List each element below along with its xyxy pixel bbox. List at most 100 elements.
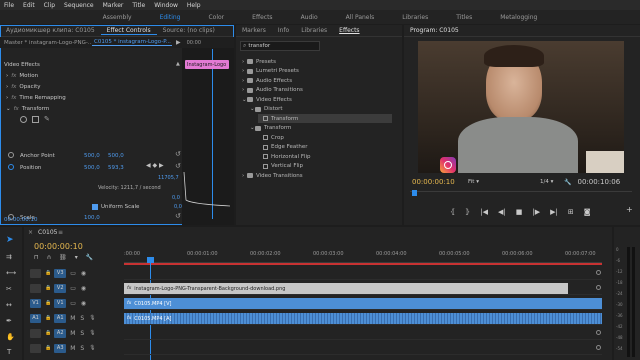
effects-search-box[interactable]: ⌕ transfor — [240, 41, 320, 51]
anchor-stopwatch-icon[interactable] — [8, 152, 14, 158]
position-reset-icon[interactable]: ↺ — [175, 162, 181, 170]
effects-item[interactable]: ⌄ Distort — [250, 105, 392, 114]
effects-item[interactable]: › Video Transitions — [242, 171, 392, 180]
workspace-tab-audio[interactable]: Audio — [301, 14, 318, 21]
menu-item-title[interactable]: Title — [132, 2, 145, 9]
tab-effect-controls[interactable]: Effect Controls — [100, 27, 157, 35]
expand-arrow-icon[interactable]: ⌄ — [6, 106, 11, 112]
menu-item-window[interactable]: Window — [154, 2, 178, 9]
add-marker-icon[interactable]: ▾ — [75, 254, 78, 261]
transform-row[interactable]: ⌄ fx Transform — [0, 104, 49, 113]
workspace-tab-color[interactable]: Color — [208, 14, 224, 21]
timeline-clip[interactable]: fx instagram-Logo-PNG-Transparent-Backgro… — [124, 283, 568, 294]
hand-tool-icon[interactable]: ✋ — [6, 333, 15, 341]
quality-select[interactable]: 1/4 ▾ — [540, 179, 560, 185]
stop-button-icon[interactable]: ■ — [516, 208, 523, 216]
anchor-x-value[interactable]: 500,0 — [84, 153, 108, 159]
sequence-menu-icon[interactable]: ≡ — [58, 229, 63, 236]
go-to-in-icon[interactable]: |◀ — [480, 208, 488, 216]
position-y-value[interactable]: 593,3 — [108, 165, 124, 171]
keyframe-nav-icon[interactable]: ◀ ◆ ▶ — [146, 162, 164, 169]
workspace-tab-editing[interactable]: Editing — [160, 14, 181, 21]
export-frame-icon[interactable]: ◙ — [584, 208, 591, 216]
menu-item-help[interactable]: Help — [187, 2, 201, 9]
scale-reset-icon[interactable]: ↺ — [175, 212, 181, 220]
collapse-arrow-icon[interactable]: › — [6, 95, 8, 101]
menu-item-clip[interactable]: Clip — [44, 2, 55, 9]
tab-audio-mixer[interactable]: Аудиомикшер клипа: C0105 — [0, 27, 101, 34]
snap-icon[interactable]: ∩ — [47, 254, 51, 261]
effects-item[interactable]: ⌄ Video Effects — [242, 95, 392, 104]
menu-item-marker[interactable]: Marker — [103, 2, 124, 9]
razor-tool-icon[interactable]: ✂ — [6, 285, 12, 293]
program-playhead[interactable] — [412, 190, 417, 196]
tab-info[interactable]: Info — [272, 27, 295, 34]
workspace-tab-assembly[interactable]: Assembly — [103, 14, 132, 21]
anchor-reset-icon[interactable]: ↺ — [175, 150, 181, 158]
menu-item-sequence[interactable]: Sequence — [64, 2, 94, 9]
mark-in-icon[interactable]: ⦃ — [450, 208, 455, 216]
effects-item[interactable]: › Audio Effects — [242, 76, 392, 85]
lift-icon[interactable]: ⊞ — [568, 208, 574, 216]
go-to-out-icon[interactable]: ▶| — [550, 208, 558, 216]
active-clip-label[interactable]: C0105 * instagram-Logo-P... — [92, 39, 172, 46]
ellipse-mask-icon[interactable] — [20, 116, 27, 123]
ripple-edit-icon[interactable]: ⟷ — [6, 269, 16, 277]
workspace-tab-effects[interactable]: Effects — [252, 14, 272, 21]
master-clip-label[interactable]: Master * instagram-Logo-PNG-... — [0, 40, 92, 46]
workspace-tab-all-panels[interactable]: All Panels — [346, 14, 375, 21]
timeline-timecode[interactable]: 00:00:00:10 — [34, 242, 83, 251]
effects-item[interactable]: › Audio Transitions — [242, 86, 392, 95]
step-back-icon[interactable]: ◀| — [498, 208, 506, 216]
effects-item[interactable]: Crop — [258, 133, 392, 142]
insert-overwrite-icon[interactable]: ⊓ — [34, 254, 39, 261]
scale-value[interactable]: 100,0 — [84, 215, 100, 221]
anchor-y-value[interactable]: 500,0 — [108, 153, 124, 159]
collapse-arrow-icon[interactable]: › — [6, 73, 8, 79]
workspace-tab-titles[interactable]: Titles — [456, 14, 472, 21]
effects-item[interactable]: Edge Feather — [258, 143, 392, 152]
workspace-tab-libraries[interactable]: Libraries — [402, 14, 428, 21]
zoom-fit-select[interactable]: Fit ▾ — [468, 179, 498, 185]
timeline-playhead-head[interactable] — [147, 257, 154, 263]
tab-markers[interactable]: Markers — [236, 27, 272, 34]
timeline-clip[interactable]: fx C0105.MP4 [V] — [124, 298, 602, 309]
type-tool-icon[interactable]: T — [7, 348, 11, 356]
menu-item-edit[interactable]: Edit — [23, 2, 35, 9]
program-scrubber[interactable] — [410, 190, 632, 197]
tab-effects[interactable]: Effects — [333, 27, 365, 34]
slip-tool-icon[interactable]: ↔ — [6, 301, 12, 309]
position-x-value[interactable]: 500,0 — [84, 165, 108, 171]
menu-item-file[interactable]: File — [4, 2, 14, 9]
tab-source[interactable]: Source: (no clips) — [157, 27, 221, 34]
mark-out-icon[interactable]: ⦄ — [465, 208, 470, 216]
close-sequence-icon[interactable]: × — [28, 229, 33, 236]
effects-item[interactable]: Horizontal Flip — [258, 152, 392, 161]
motion-row[interactable]: › fx Motion — [0, 71, 38, 80]
play-arrow-icon[interactable]: ▶ — [176, 39, 181, 46]
collapse-arrow-icon[interactable]: › — [6, 84, 8, 90]
timeline-clip[interactable]: fx C0105.MP4 [A] — [124, 313, 602, 324]
time-ruler[interactable]: :00:00 00:00:01:00 00:00:02:00 00:00:03:00 0… — [124, 249, 602, 263]
wrench-icon[interactable]: 🔧 — [564, 179, 571, 186]
position-stopwatch-icon[interactable] — [8, 164, 14, 170]
uniform-scale-checkbox[interactable] — [92, 203, 98, 210]
add-button-icon[interactable]: + — [626, 205, 633, 214]
sequence-tab[interactable]: C0105 — [38, 229, 57, 236]
timeline-settings-icon[interactable]: 🔧 — [86, 254, 93, 261]
velocity-graph[interactable] — [182, 170, 232, 210]
program-timecode[interactable]: 00:00:00:10 — [412, 178, 464, 186]
effects-item[interactable]: Transform — [258, 114, 392, 123]
rectangle-mask-icon[interactable] — [32, 116, 39, 123]
program-title[interactable]: Program: C0105 — [404, 27, 465, 34]
selection-tool-icon[interactable]: ➤ — [6, 235, 14, 245]
track-select-icon[interactable]: ⇉ — [6, 253, 12, 261]
effects-item[interactable]: ⌄ Transform — [250, 124, 392, 133]
mini-clip-bar[interactable]: Instagram-Logo — [185, 60, 229, 69]
linked-selection-icon[interactable]: ⛓ — [59, 254, 67, 261]
effects-item[interactable]: › Presets — [242, 57, 392, 66]
pen-mask-icon[interactable]: ✎ — [44, 116, 50, 123]
time-remap-row[interactable]: › fx Time Remapping — [0, 93, 66, 102]
opacity-row[interactable]: › fx Opacity — [0, 82, 41, 91]
workspace-tab-metalogging[interactable]: Metalogging — [500, 14, 537, 21]
